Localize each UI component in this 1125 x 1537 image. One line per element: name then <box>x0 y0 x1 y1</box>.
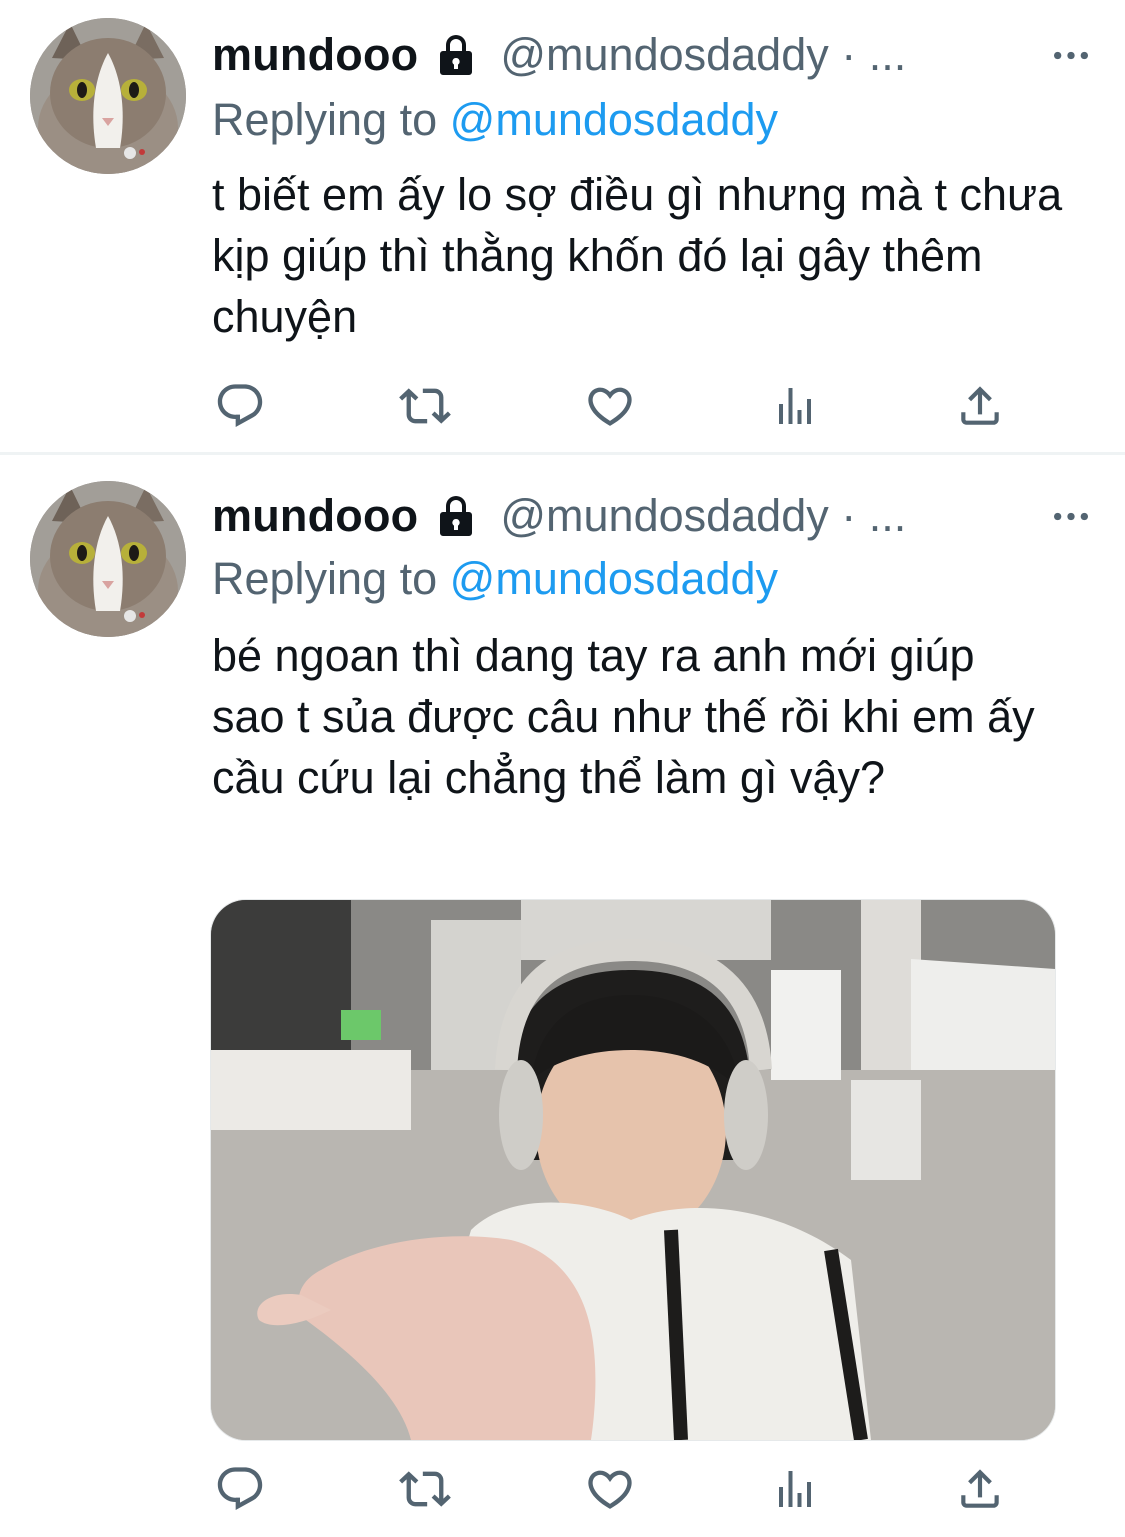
user-handle[interactable]: @mundosdaddy · ... <box>500 490 906 542</box>
display-name[interactable]: mundooo <box>212 490 418 542</box>
like-icon[interactable] <box>580 1459 640 1519</box>
tweet-1[interactable]: mundooo @mundosdaddy · ... Replying to @… <box>0 0 1125 452</box>
share-icon[interactable] <box>950 376 1010 436</box>
tweet-actions <box>210 1459 1010 1519</box>
avatar-image <box>30 481 186 637</box>
tweet-text: t biết em ấy lo sợ điều gì nhưng mà t ch… <box>212 169 1063 342</box>
replying-prefix: Replying to <box>212 553 438 604</box>
views-icon[interactable] <box>765 1459 825 1519</box>
reply-icon[interactable] <box>210 1459 270 1519</box>
avatar[interactable] <box>30 481 186 637</box>
views-icon[interactable] <box>765 376 825 436</box>
tweet-text: bé ngoan thì dang tay ra anh mới giúp sa… <box>212 630 1035 803</box>
more-icon[interactable] <box>1047 501 1095 531</box>
lock-icon <box>432 31 480 79</box>
replying-to: Replying to @mundosdaddy <box>212 94 778 146</box>
tweet-header: mundooo @mundosdaddy · ... <box>212 20 1095 90</box>
lock-icon <box>432 492 480 540</box>
more-icon[interactable] <box>1047 40 1095 70</box>
replying-to: Replying to @mundosdaddy <box>212 553 778 605</box>
tweet-2[interactable]: mundooo @mundosdaddy · ... Replying to @… <box>0 455 1125 1537</box>
retweet-icon[interactable] <box>395 376 455 436</box>
replying-mention[interactable]: @mundosdaddy <box>450 553 778 604</box>
user-handle[interactable]: @mundosdaddy · ... <box>500 29 906 81</box>
display-name[interactable]: mundooo <box>212 29 418 81</box>
like-icon[interactable] <box>580 376 640 436</box>
time-separator: · ... <box>841 29 907 80</box>
retweet-icon[interactable] <box>395 1459 455 1519</box>
replying-mention[interactable]: @mundosdaddy <box>450 94 778 145</box>
replying-prefix: Replying to <box>212 94 438 145</box>
avatar[interactable] <box>30 18 186 174</box>
reply-icon[interactable] <box>210 376 270 436</box>
avatar-image <box>30 18 186 174</box>
time-separator: · ... <box>841 490 907 541</box>
media-image <box>211 900 1055 1440</box>
tweet-media[interactable] <box>210 899 1056 1441</box>
tweet-actions <box>210 376 1010 436</box>
share-icon[interactable] <box>950 1459 1010 1519</box>
tweet-header: mundooo @mundosdaddy · ... <box>212 481 1095 551</box>
